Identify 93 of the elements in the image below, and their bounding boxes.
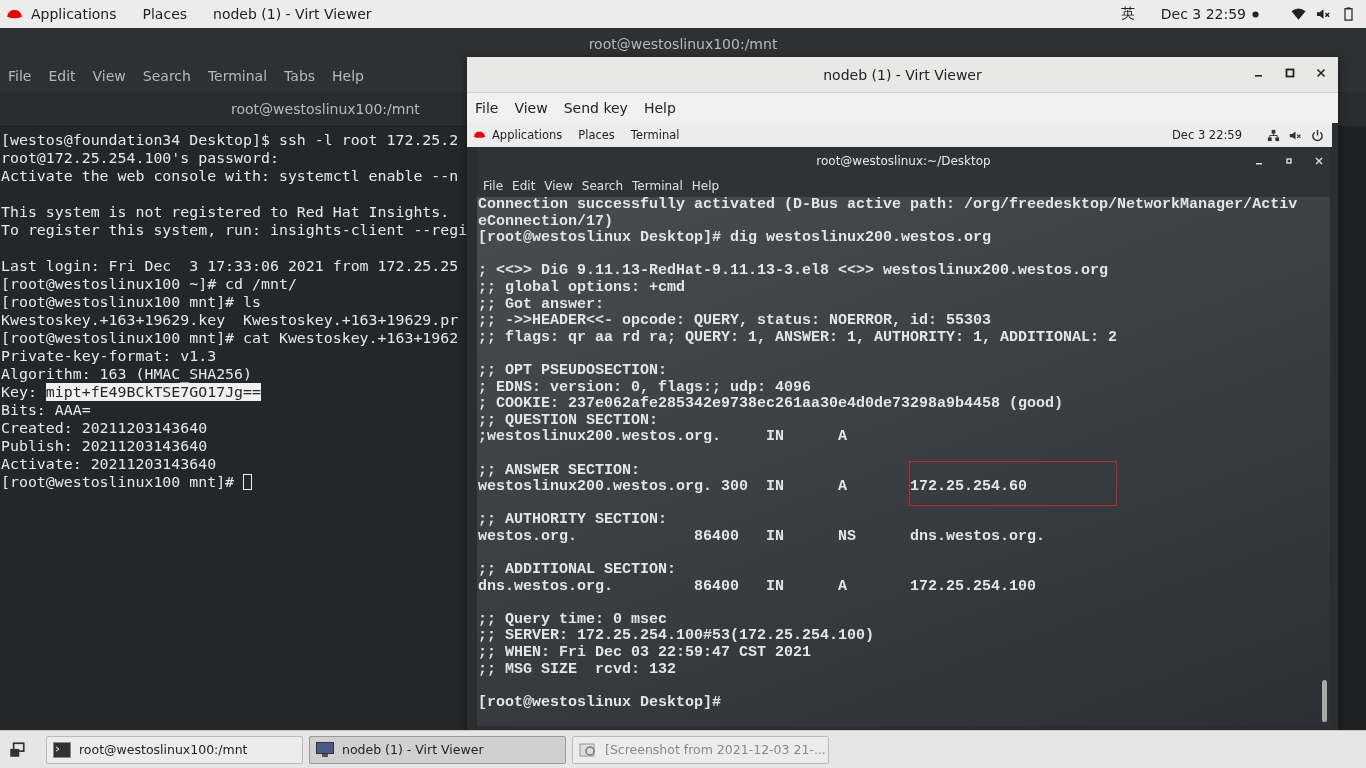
close-icon[interactable] bbox=[1316, 68, 1326, 78]
hat-logo-icon bbox=[473, 130, 486, 140]
terminal-line: Activate the web console with: systemctl enable --n bbox=[1, 167, 459, 185]
scrollbar[interactable] bbox=[1338, 126, 1366, 730]
terminal-line: ;; QUESTION SECTION: bbox=[478, 411, 659, 429]
terminal-line: westoslinux200.westos.org. 300 IN A 172.25.254.60 bbox=[478, 478, 1028, 496]
terminal-line: Algorithm: 163 (HMAC_SHA256) bbox=[1, 365, 253, 383]
tab-title[interactable]: root@westoslinux100:/mnt bbox=[231, 101, 420, 117]
terminal-line: [root@westoslinux100 mnt]# cat Kwestoskey.+163+1962 bbox=[1, 329, 459, 347]
menu-item[interactable]: Terminal bbox=[207, 68, 268, 84]
terminal-line: ; COOKIE: 237e062afe285342e9738ec261aa30e4d0de73298a9b4458 (good) bbox=[478, 395, 1064, 413]
terminal-line: ;; AUTHORITY SECTION: bbox=[478, 511, 668, 529]
terminal-line: dns.westos.org. 86400 IN A 172.25.254.100 bbox=[478, 577, 1037, 595]
window-title: nodeb (1) - Virt Viewer bbox=[823, 66, 982, 83]
terminal-line: root@172.25.254.100's password: bbox=[1, 149, 279, 167]
menu-item[interactable]: Send key bbox=[563, 100, 628, 116]
menu-item[interactable]: File bbox=[483, 179, 504, 193]
terminal-line: ;; global options: +cmd bbox=[478, 278, 686, 296]
screenshot-icon bbox=[579, 741, 597, 758]
menu-item[interactable]: Help bbox=[691, 179, 720, 193]
terminal-line: [root@westoslinux Desktop]# bbox=[478, 693, 722, 711]
terminal-line: Bits: AAA= bbox=[1, 401, 91, 419]
terminal-icon bbox=[53, 741, 71, 758]
terminal-line: ;; OPT PSEUDOSECTION: bbox=[478, 361, 668, 379]
input-method-indicator[interactable]: 英 bbox=[1120, 5, 1135, 23]
menu-item[interactable]: Tabs bbox=[284, 68, 316, 84]
taskbar-item[interactable]: nodeb (1) - Virt Viewer bbox=[309, 735, 566, 764]
selected-text: mipt+fE49BCkTSE7GO17Jg== bbox=[45, 383, 261, 401]
active-window-menu[interactable]: nodeb (1) - Virt Viewer bbox=[213, 6, 372, 22]
terminal-line: This system is not registered to Red Hat Insights. bbox=[1, 203, 450, 221]
terminal-line: ;; SERVER: 172.25.254.100#53(172.25.254.100) bbox=[478, 627, 875, 645]
terminal-line: To register this system, run: insights-client --regi bbox=[1, 221, 468, 239]
terminal-line: ;; MSG SIZE rcvd: 132 bbox=[478, 660, 677, 678]
terminal-line: ; EDNS: version: 0, flags:; udp: 4096 bbox=[478, 378, 812, 396]
window-title: root@westoslinux100:/mnt bbox=[588, 36, 778, 52]
places-menu[interactable]: Places bbox=[142, 6, 188, 22]
window-title: root@westoslinux:~/Desktop bbox=[816, 154, 991, 168]
terminal-line: [westos@foundation34 Desktop]$ ssh -l root 172.25.2 bbox=[1, 131, 459, 149]
terminal-line: westos.org. 86400 IN NS dns.westos.org. bbox=[478, 527, 1046, 545]
monitor-icon bbox=[316, 741, 334, 758]
terminal-line: ;; WHEN: Fri Dec 03 22:59:47 CST 2021 bbox=[478, 644, 812, 662]
menu-item[interactable]: Help bbox=[643, 100, 676, 116]
terminal-line: ;; ADDITIONAL SECTION: bbox=[478, 561, 677, 579]
terminal-line: ;; Query time: 0 msec bbox=[478, 610, 668, 628]
volume-muted-icon[interactable] bbox=[1316, 7, 1331, 21]
window-list-icon[interactable] bbox=[8, 740, 26, 759]
terminal-line: Created: 20211203143640 bbox=[1, 419, 208, 437]
power-icon[interactable] bbox=[1311, 128, 1324, 142]
terminal-line: Private-key-format: v1.3 bbox=[1, 347, 217, 365]
terminal-line: Publish: 20211203143640 bbox=[1, 437, 208, 455]
menu-item[interactable]: View bbox=[544, 179, 573, 193]
menu-item[interactable]: File bbox=[475, 100, 499, 116]
clock[interactable]: Dec 3 22:59 bbox=[1160, 6, 1246, 22]
hat-logo-icon bbox=[6, 7, 23, 21]
applications-menu[interactable]: Applications bbox=[492, 128, 563, 142]
menu-item[interactable]: Terminal bbox=[632, 179, 683, 193]
menu-item[interactable]: Edit bbox=[512, 179, 536, 193]
terminal-line: Activate: 20211203143640 bbox=[1, 455, 217, 473]
network-icon[interactable] bbox=[1267, 128, 1280, 142]
terminal-line: Connection successfully activated (D-Bus active path: /org/freedesktop/NetworkManager/Activ bbox=[478, 196, 1298, 213]
clock[interactable]: Dec 3 22:59 bbox=[1171, 128, 1242, 142]
menu-item[interactable]: View bbox=[514, 100, 548, 116]
terminal-line: ;; Got answer: bbox=[478, 295, 605, 313]
terminal-line: ; <<>> DiG 9.11.13-RedHat-9.11.13-3.el8 <<>> westoslinux200.westos.org bbox=[478, 262, 1109, 280]
notification-dot-icon bbox=[1252, 10, 1259, 18]
terminal-line: Kwestoskey.+163+19629.key Kwestoskey.+163+19629.pr bbox=[1, 311, 459, 329]
menu-item[interactable]: Search bbox=[142, 68, 191, 84]
terminal-line: [root@westoslinux Desktop]# dig westoslinux200.westos.org bbox=[478, 229, 992, 247]
menu-item[interactable]: Help bbox=[332, 68, 364, 84]
terminal-line: ;; flags: qr aa rd ra; QUERY: 1, ANSWER: 1, AUTHORITY: 1, ADDITIONAL: 2 bbox=[478, 328, 1118, 346]
menu-item[interactable]: Edit bbox=[48, 68, 76, 84]
menu-item[interactable]: View bbox=[92, 68, 126, 84]
terminal-line: ;; ANSWER SECTION: bbox=[478, 461, 641, 479]
terminal-line: [root@westoslinux100 ~]# cd /mnt/ bbox=[1, 275, 297, 293]
volume-muted-icon[interactable] bbox=[1289, 128, 1302, 142]
places-menu[interactable]: Places bbox=[578, 128, 615, 142]
terminal-line: ;; ->>HEADER<<- opcode: QUERY, status: NOERROR, id: 55303 bbox=[478, 312, 992, 330]
maximize-icon[interactable] bbox=[1285, 68, 1295, 78]
terminal-line: ;westoslinux200.westos.org. IN A bbox=[478, 428, 848, 446]
terminal-line: Key: bbox=[1, 383, 38, 401]
battery-icon[interactable] bbox=[1341, 7, 1356, 21]
maximize-icon[interactable] bbox=[1284, 156, 1294, 166]
terminal-line: [root@westoslinux100 mnt]# ls bbox=[1, 293, 261, 311]
applications-menu[interactable]: Applications bbox=[31, 6, 117, 22]
menu-item[interactable]: File bbox=[8, 68, 32, 84]
terminal-line: [root@westoslinux100 mnt]# bbox=[1, 473, 236, 491]
terminal-menu[interactable]: Terminal bbox=[630, 128, 680, 142]
menu-item[interactable]: Search bbox=[581, 179, 624, 193]
scrollbar-thumb[interactable] bbox=[1322, 680, 1327, 722]
wifi-icon[interactable] bbox=[1291, 7, 1306, 21]
terminal-line: Last login: Fri Dec 3 17:33:06 2021 from 172.25.25 bbox=[1, 257, 459, 275]
taskbar-item[interactable]: root@westoslinux100:/mnt bbox=[46, 735, 303, 764]
terminal-line: eConnection/17) bbox=[478, 212, 614, 230]
